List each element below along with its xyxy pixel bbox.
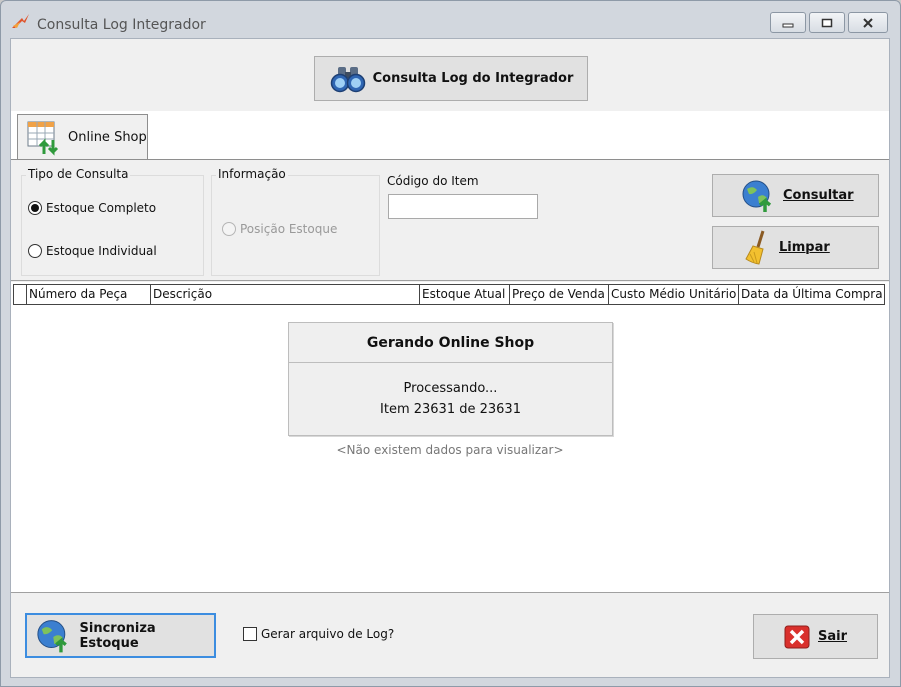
radio-label: Estoque Individual — [46, 244, 157, 258]
progress-count: Item 23631 de 23631 — [380, 402, 521, 417]
informacao-title: Informação — [216, 167, 288, 181]
sincroniza-label: Sincroniza Estoque — [79, 620, 156, 651]
maximize-button[interactable] — [809, 12, 845, 33]
tab-label: Online Shop — [68, 130, 147, 145]
tipo-consulta-group: Tipo de Consulta Estoque Completo Estoqu… — [21, 167, 204, 276]
limpar-button[interactable]: Limpar — [712, 226, 879, 269]
broom-icon — [745, 230, 765, 265]
globe-sync-icon — [37, 619, 67, 652]
sincroniza-estoque-button[interactable]: Sincroniza Estoque — [25, 613, 216, 658]
column-header[interactable]: Data da Última Compra — [739, 285, 884, 304]
grid-header: Número da Peça Descrição Estoque Atual P… — [13, 284, 885, 305]
radio-circle — [222, 222, 236, 236]
consultar-button[interactable]: Consultar — [712, 174, 879, 217]
client-area: Consulta Log do Integrador Online Shop T… — [10, 38, 890, 678]
consulta-log-label: Consulta Log do Integrador — [372, 71, 574, 86]
results-grid: Número da Peça Descrição Estoque Atual P… — [11, 282, 889, 592]
radio-selected-dot — [31, 204, 39, 212]
minimize-button[interactable] — [770, 12, 806, 33]
spreadsheet-arrows-icon — [27, 121, 59, 156]
radio-estoque-individual[interactable]: Estoque Individual — [28, 244, 157, 258]
close-red-icon — [784, 625, 810, 648]
top-toolbar: Consulta Log do Integrador — [11, 39, 889, 111]
column-header[interactable]: Número da Peça — [27, 285, 151, 304]
column-header[interactable]: Descrição — [151, 285, 420, 304]
grid-indicator-column — [14, 285, 27, 304]
filter-panel: Tipo de Consulta Estoque Completo Estoqu… — [11, 159, 889, 281]
column-header[interactable]: Preço de Venda — [510, 285, 609, 304]
maximize-icon — [821, 18, 833, 27]
sair-button[interactable]: Sair — [753, 614, 878, 659]
radio-circle — [28, 201, 42, 215]
consulta-log-button[interactable]: Consulta Log do Integrador — [314, 56, 588, 101]
column-header[interactable]: Custo Médio Unitário — [609, 285, 739, 304]
consultar-label: Consultar — [783, 188, 854, 203]
app-logo-icon — [12, 14, 29, 28]
tab-strip: Online Shop — [11, 111, 889, 160]
close-window-button[interactable] — [848, 12, 888, 33]
informacao-group: Informação Posição Estoque — [211, 167, 380, 276]
empty-grid-message: <Não existem dados para visualizar> — [336, 443, 564, 457]
radio-estoque-completo[interactable]: Estoque Completo — [28, 201, 156, 215]
globe-refresh-icon — [742, 180, 772, 212]
title-bar[interactable]: Consulta Log Integrador — [1, 1, 900, 37]
codigo-item-input[interactable] — [388, 194, 538, 219]
binoculars-icon — [330, 66, 365, 92]
sair-label: Sair — [818, 629, 848, 644]
progress-status: Processando... — [403, 381, 498, 396]
limpar-label: Limpar — [779, 240, 830, 255]
close-icon — [863, 17, 873, 28]
checkbox-box — [243, 627, 257, 641]
codigo-item-label: Código do Item — [387, 174, 479, 188]
progress-dialog: Gerando Online Shop Processando... Item … — [288, 322, 613, 436]
radio-label: Estoque Completo — [46, 201, 157, 215]
radio-posicao-estoque[interactable]: Posição Estoque — [222, 222, 337, 236]
tipo-consulta-title: Tipo de Consulta — [26, 167, 131, 181]
gerar-log-checkbox[interactable]: Gerar arquivo de Log? — [243, 627, 394, 641]
window-controls — [770, 12, 888, 33]
column-header[interactable]: Estoque Atual — [420, 285, 510, 304]
gerar-log-label: Gerar arquivo de Log? — [261, 627, 395, 641]
progress-title: Gerando Online Shop — [289, 323, 612, 363]
minimize-icon — [782, 23, 794, 27]
window-title: Consulta Log Integrador — [37, 17, 206, 33]
tab-online-shop[interactable]: Online Shop — [17, 114, 148, 160]
radio-circle — [28, 244, 42, 258]
footer-bar: Sincroniza Estoque Gerar arquivo de Log?… — [11, 592, 889, 677]
radio-label: Posição Estoque — [240, 222, 338, 236]
app-window: Consulta Log Integrador Consulta Log do … — [0, 0, 901, 687]
